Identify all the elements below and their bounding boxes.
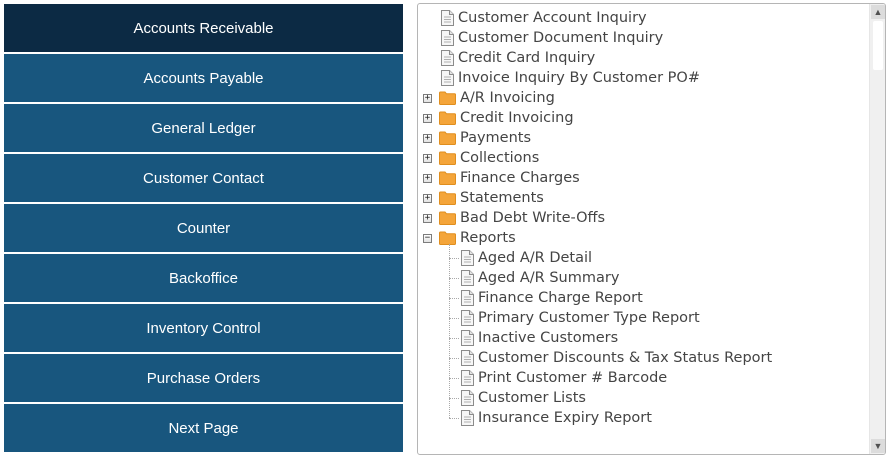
tree-connector [449, 244, 450, 418]
document-icon [441, 10, 454, 26]
folder-icon [439, 131, 456, 145]
folder-icon [439, 91, 456, 105]
tree-item-credit-card-inquiry[interactable]: Credit Card Inquiry [441, 48, 595, 68]
document-icon [461, 290, 474, 306]
tree-connector [449, 398, 459, 399]
document-icon [461, 350, 474, 366]
tree-connector [449, 318, 459, 319]
tree-item-label: Finance Charges [460, 170, 580, 186]
scroll-thumb[interactable] [873, 21, 883, 70]
nav-button-accounts-receivable[interactable]: Accounts Receivable [4, 4, 403, 52]
tree-connector [449, 338, 459, 339]
folder-icon [439, 231, 456, 245]
scroll-up-arrow-icon[interactable]: ▲ [871, 5, 885, 19]
menu-tree-panel: Customer Account Inquiry Customer Documen… [417, 3, 886, 455]
document-icon [461, 250, 474, 266]
document-icon [441, 30, 454, 46]
tree-item-label: Reports [460, 230, 516, 246]
tree-item-label: Statements [460, 190, 544, 206]
nav-button-purchase-orders[interactable]: Purchase Orders [4, 354, 403, 402]
tree-item-label: Customer Document Inquiry [458, 30, 664, 46]
document-icon [461, 310, 474, 326]
expand-icon[interactable]: + [423, 214, 432, 223]
tree-item-label: Invoice Inquiry By Customer PO# [458, 70, 700, 86]
tree-connector [449, 378, 459, 379]
tree-item-label: Aged A/R Summary [478, 270, 620, 286]
folder-icon [439, 191, 456, 205]
tree-item-payments[interactable]: Payments [439, 128, 531, 148]
tree-item-customer-lists[interactable]: Customer Lists [461, 388, 586, 408]
tree-item-aged-a-r-summary[interactable]: Aged A/R Summary [461, 268, 619, 288]
tree-item-label: Customer Discounts & Tax Status Report [478, 350, 773, 366]
nav-button-counter[interactable]: Counter [4, 204, 403, 252]
tree-item-collections[interactable]: Collections [439, 148, 539, 168]
tree-item-print-customer-barcode[interactable]: Print Customer # Barcode [461, 368, 667, 388]
tree-item-a-r-invoicing[interactable]: A/R Invoicing [439, 88, 555, 108]
tree-item-finance-charges[interactable]: Finance Charges [439, 168, 580, 188]
tree-connector [449, 258, 459, 259]
scroll-down-arrow-icon[interactable]: ▼ [871, 439, 885, 453]
tree-item-primary-customer-type-report[interactable]: Primary Customer Type Report [461, 308, 700, 328]
document-icon [441, 50, 454, 66]
tree-item-reports[interactable]: Reports [439, 228, 516, 248]
tree-item-aged-a-r-detail[interactable]: Aged A/R Detail [461, 248, 592, 268]
vertical-scrollbar[interactable]: ▲ ▼ [869, 4, 885, 454]
expand-icon[interactable]: + [423, 94, 432, 103]
folder-icon [439, 111, 456, 125]
tree-connector [449, 278, 459, 279]
folder-icon [439, 171, 456, 185]
document-icon [461, 330, 474, 346]
document-icon [461, 270, 474, 286]
document-icon [441, 70, 454, 86]
tree-item-label: Bad Debt Write-Offs [460, 210, 606, 226]
nav-button-inventory-control[interactable]: Inventory Control [4, 304, 403, 352]
tree-item-label: Collections [460, 150, 540, 166]
tree-item-invoice-inquiry-by-customer-po[interactable]: Invoice Inquiry By Customer PO# [441, 68, 700, 88]
document-icon [461, 390, 474, 406]
tree-item-label: Print Customer # Barcode [478, 370, 668, 386]
tree-connector [449, 298, 459, 299]
collapse-icon[interactable]: − [423, 234, 432, 243]
tree-item-customer-account-inquiry[interactable]: Customer Account Inquiry [441, 8, 647, 28]
nav-button-customer-contact[interactable]: Customer Contact [4, 154, 403, 202]
tree-item-bad-debt-write-offs[interactable]: Bad Debt Write-Offs [439, 208, 605, 228]
tree-item-label: A/R Invoicing [460, 90, 555, 106]
tree-item-label: Aged A/R Detail [478, 250, 593, 266]
tree-item-statements[interactable]: Statements [439, 188, 544, 208]
tree-item-label: Finance Charge Report [478, 290, 643, 306]
folder-icon [439, 211, 456, 225]
nav-button-next-page[interactable]: Next Page [4, 404, 403, 452]
tree-item-label: Customer Lists [478, 390, 586, 406]
menu-tree: Customer Account Inquiry Customer Documen… [418, 4, 869, 454]
tree-item-credit-invoicing[interactable]: Credit Invoicing [439, 108, 574, 128]
nav-button-accounts-payable[interactable]: Accounts Payable [4, 54, 403, 102]
tree-item-customer-document-inquiry[interactable]: Customer Document Inquiry [441, 28, 663, 48]
nav-button-general-ledger[interactable]: General Ledger [4, 104, 403, 152]
tree-item-finance-charge-report[interactable]: Finance Charge Report [461, 288, 643, 308]
folder-icon [439, 151, 456, 165]
tree-item-customer-discounts-tax-status-report[interactable]: Customer Discounts & Tax Status Report [461, 348, 772, 368]
document-icon [461, 370, 474, 386]
expand-icon[interactable]: + [423, 194, 432, 203]
expand-icon[interactable]: + [423, 134, 432, 143]
expand-icon[interactable]: + [423, 114, 432, 123]
tree-item-insurance-expiry-report[interactable]: Insurance Expiry Report [461, 408, 652, 428]
tree-item-label: Credit Invoicing [460, 110, 574, 126]
expand-icon[interactable]: + [423, 154, 432, 163]
expand-icon[interactable]: + [423, 174, 432, 183]
module-nav: Accounts Receivable Accounts Payable Gener… [4, 4, 403, 454]
tree-item-label: Primary Customer Type Report [478, 310, 700, 326]
tree-item-label: Credit Card Inquiry [458, 50, 596, 66]
tree-item-label: Payments [460, 130, 532, 146]
document-icon [461, 410, 474, 426]
tree-connector [449, 358, 459, 359]
tree-connector [449, 418, 459, 419]
tree-item-label: Insurance Expiry Report [478, 410, 652, 426]
tree-item-inactive-customers[interactable]: Inactive Customers [461, 328, 618, 348]
tree-item-label: Customer Account Inquiry [458, 10, 647, 26]
nav-button-backoffice[interactable]: Backoffice [4, 254, 403, 302]
tree-item-label: Inactive Customers [478, 330, 619, 346]
